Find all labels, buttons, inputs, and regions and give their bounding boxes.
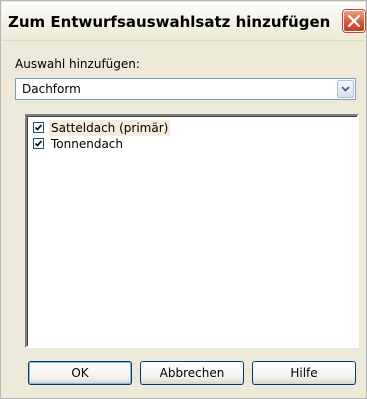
dropdown-arrow-button[interactable]: [337, 80, 354, 98]
checkmark-icon: [34, 124, 43, 131]
checkmark-icon: [34, 140, 43, 147]
item-checkbox[interactable]: [33, 122, 44, 133]
help-button[interactable]: Hilfe: [252, 361, 356, 385]
item-checkbox[interactable]: [33, 138, 44, 149]
selection-label: Auswahl hinzufügen:: [15, 57, 140, 71]
ok-button[interactable]: OK: [28, 361, 132, 385]
options-list[interactable]: Satteldach (primär) Tonnendach: [25, 114, 359, 348]
list-item-label: Satteldach (primär): [49, 120, 171, 136]
window-title: Zum Entwurfsauswahlsatz hinzufügen: [8, 13, 331, 31]
dialog-window: Zum Entwurfsauswahlsatz hinzufügen Auswa…: [0, 0, 367, 399]
title-bar[interactable]: Zum Entwurfsauswahlsatz hinzufügen: [2, 2, 365, 41]
list-item-label: Tonnendach: [51, 137, 124, 151]
dropdown-value: Dachform: [22, 82, 81, 96]
close-button[interactable]: [343, 10, 365, 32]
chevron-down-icon: [341, 86, 350, 92]
close-icon: [348, 15, 360, 27]
selection-dropdown[interactable]: Dachform: [15, 78, 356, 100]
cancel-button[interactable]: Abbrechen: [140, 361, 244, 385]
